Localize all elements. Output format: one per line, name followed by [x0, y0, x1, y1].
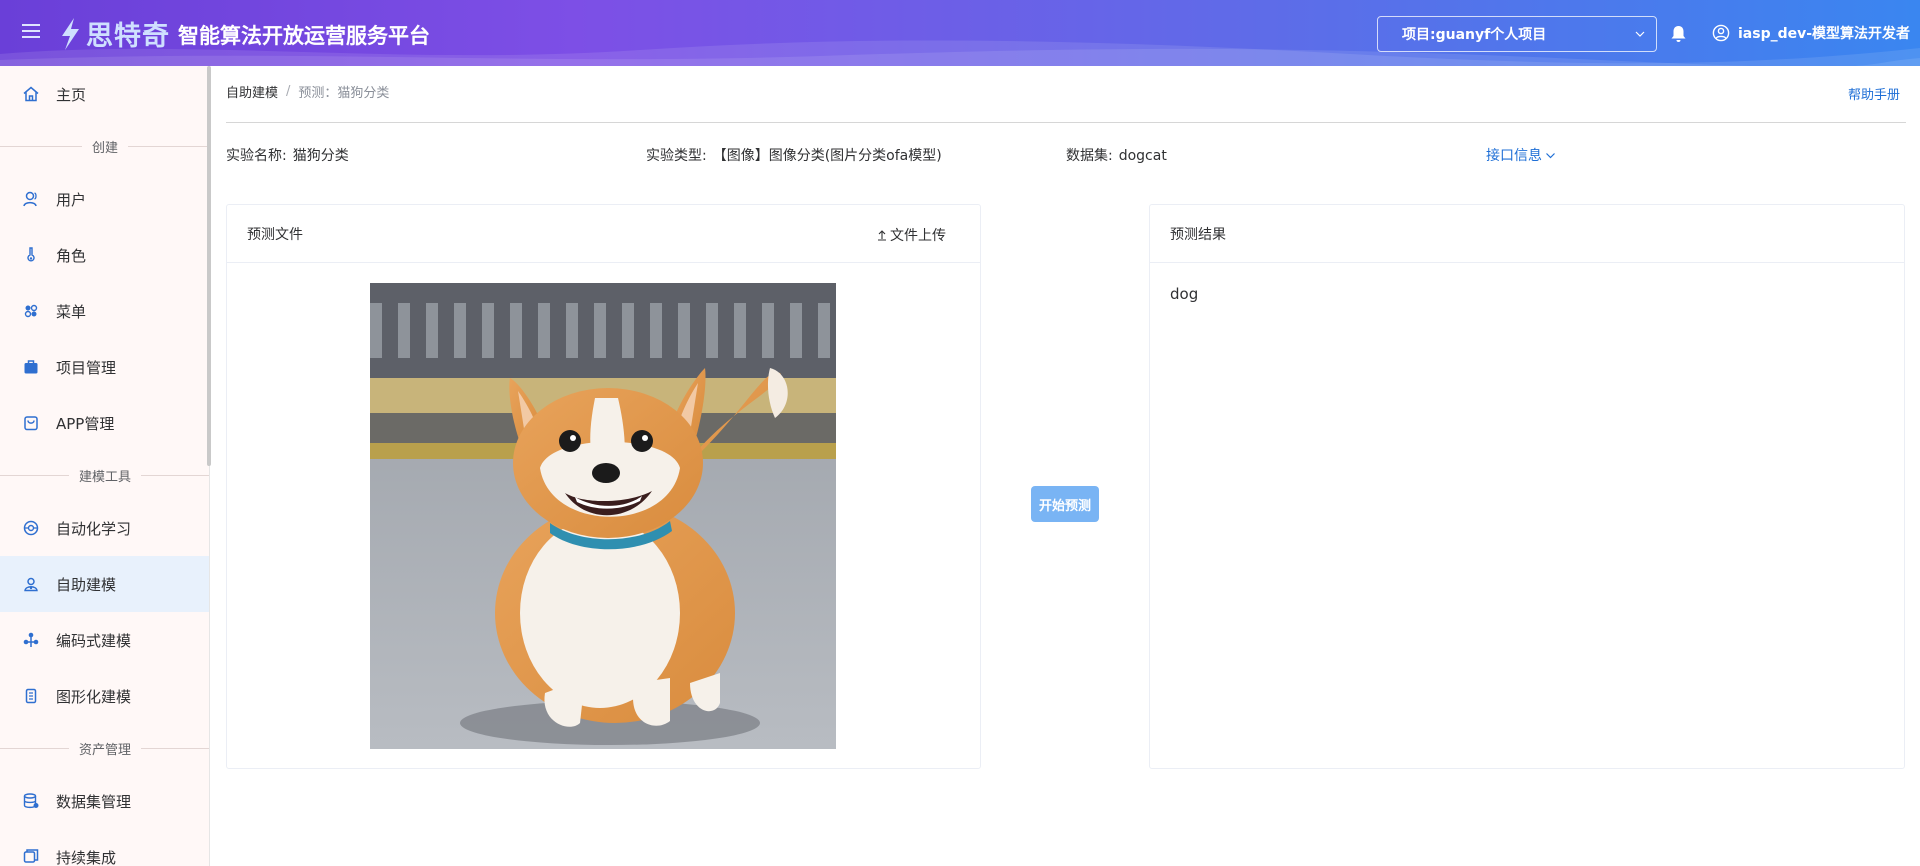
- logo-bolt-icon: [62, 17, 79, 50]
- breadcrumb-separator: /: [286, 84, 291, 99]
- predict-file-title: 预测文件: [247, 226, 303, 243]
- menu-grid-icon: [24, 304, 38, 318]
- graphic-model-icon: [25, 688, 37, 704]
- preview-image: [370, 283, 836, 749]
- api-info-toggle[interactable]: 接口信息: [1486, 145, 1556, 165]
- sidebar-item-continuous-integration[interactable]: 持续集成: [0, 829, 209, 866]
- code-model-icon: [23, 632, 39, 647]
- user-icon: [23, 191, 37, 207]
- role-icon: [27, 247, 35, 262]
- sidebar-item-label: 自助建模: [56, 575, 117, 594]
- project-value: guanyf个人项目: [1435, 27, 1547, 43]
- group-label: 建模工具: [79, 469, 132, 485]
- chevron-down-icon: [1546, 152, 1555, 158]
- sidebar-item-label: 图形化建模: [56, 687, 132, 706]
- predict-result-header: 预测结果: [1150, 205, 1904, 263]
- home-icon: [23, 86, 39, 102]
- database-icon: [23, 793, 39, 809]
- corgi-photo: [370, 283, 836, 749]
- sidebar-item-users[interactable]: 用户: [0, 171, 209, 227]
- help-manual-link[interactable]: 帮助手册: [1848, 84, 1900, 103]
- user-menu[interactable]: iasp_dev-模型算法开发者: [1712, 23, 1910, 43]
- sidebar: 主页 创建 用户 角色 菜单 项目管理 APP管理 建模工具 自动化学习 自助建…: [0, 66, 210, 866]
- sidebar-item-home[interactable]: 主页: [0, 66, 209, 122]
- sidebar-item-label: 用户: [56, 190, 87, 209]
- sidebar-item-dataset-management[interactable]: 数据集管理: [0, 773, 209, 829]
- app-header: 思特奇 智能算法开放运营服务平台 项目: guanyf个人项目 iasp_dev…: [0, 0, 1920, 66]
- group-assets: 资产管理: [0, 738, 209, 758]
- breadcrumb-parent[interactable]: 自助建模: [226, 82, 278, 101]
- project-select[interactable]: 项目: guanyf个人项目: [1377, 16, 1657, 52]
- predict-file-card: 预测文件 文件上传: [226, 204, 981, 769]
- dataset-value: dogcat: [1118, 148, 1167, 164]
- group-label: 创建: [92, 140, 119, 156]
- upload-label: 文件上传: [890, 228, 946, 244]
- sidebar-item-self-modeling[interactable]: 自助建模: [0, 556, 209, 612]
- sidebar-item-graphic-modeling[interactable]: 图形化建模: [0, 668, 209, 724]
- experiment-name: 实验名称: 猫狗分类: [226, 145, 349, 165]
- group-create: 创建: [0, 136, 209, 156]
- start-predict-button[interactable]: 开始预测: [1031, 486, 1099, 522]
- menu-toggle-icon[interactable]: [22, 24, 40, 42]
- briefcase-icon: [24, 360, 38, 374]
- logo-name: 思特奇: [86, 21, 170, 52]
- sidebar-item-label: 编码式建模: [56, 631, 132, 650]
- chevron-down-icon: [1635, 31, 1645, 37]
- header-divider: [226, 122, 1906, 123]
- platform-title: 智能算法开放运营服务平台: [178, 23, 430, 48]
- sidebar-item-menus[interactable]: 菜单: [0, 283, 209, 339]
- sidebar-item-label: APP管理: [56, 414, 115, 433]
- auto-learn-icon: [23, 520, 39, 536]
- file-upload-button[interactable]: 文件上传: [876, 225, 946, 245]
- predict-result-title: 预测结果: [1170, 226, 1226, 243]
- sidebar-item-label: 自动化学习: [56, 519, 132, 538]
- group-tools: 建模工具: [0, 465, 209, 485]
- sidebar-scrollbar[interactable]: [207, 66, 211, 466]
- experiment-type: 实验类型: 【图像】图像分类(图片分类ofa模型): [646, 145, 942, 165]
- breadcrumb: 自助建模 / 预测：猫狗分类: [226, 82, 389, 101]
- sidebar-item-projects[interactable]: 项目管理: [0, 339, 209, 395]
- bag-icon: [24, 416, 38, 431]
- sidebar-item-label: 项目管理: [56, 358, 117, 377]
- sidebar-item-apps[interactable]: APP管理: [0, 395, 209, 451]
- sidebar-item-label: 持续集成: [56, 848, 117, 866]
- sidebar-item-code-modeling[interactable]: 编码式建模: [0, 612, 209, 668]
- predict-result-value: dog: [1170, 285, 1199, 303]
- ci-icon: [23, 849, 39, 863]
- experiment-type-label: 实验类型:: [646, 148, 707, 164]
- self-model-icon: [24, 577, 38, 592]
- username: iasp_dev-模型算法开发者: [1738, 26, 1911, 42]
- upload-icon: [878, 230, 886, 241]
- sidebar-item-label: 主页: [56, 85, 87, 104]
- sidebar-item-label: 角色: [56, 246, 87, 265]
- bell-icon[interactable]: [1670, 25, 1687, 43]
- breadcrumb-current: 预测：猫狗分类: [298, 86, 390, 101]
- dataset-label: 数据集:: [1066, 148, 1113, 164]
- predict-result-card: 预测结果 dog: [1149, 204, 1905, 769]
- project-label: 项目:: [1402, 27, 1436, 43]
- sidebar-item-auto-learning[interactable]: 自动化学习: [0, 500, 209, 556]
- experiment-type-value: 【图像】图像分类(图片分类ofa模型): [712, 148, 942, 164]
- api-info-label: 接口信息: [1486, 148, 1542, 164]
- experiment-name-label: 实验名称:: [226, 148, 287, 164]
- sidebar-item-roles[interactable]: 角色: [0, 227, 209, 283]
- user-avatar-icon: [1712, 24, 1730, 42]
- sidebar-item-label: 菜单: [56, 302, 87, 321]
- group-label: 资产管理: [79, 742, 132, 758]
- predict-file-header: 预测文件 文件上传: [227, 205, 980, 263]
- experiment-name-value: 猫狗分类: [292, 148, 349, 164]
- sidebar-item-label: 数据集管理: [56, 792, 132, 811]
- dataset-info: 数据集: dogcat: [1066, 145, 1167, 165]
- brand-logo: 思特奇 智能算法开放运营服务平台: [56, 14, 430, 53]
